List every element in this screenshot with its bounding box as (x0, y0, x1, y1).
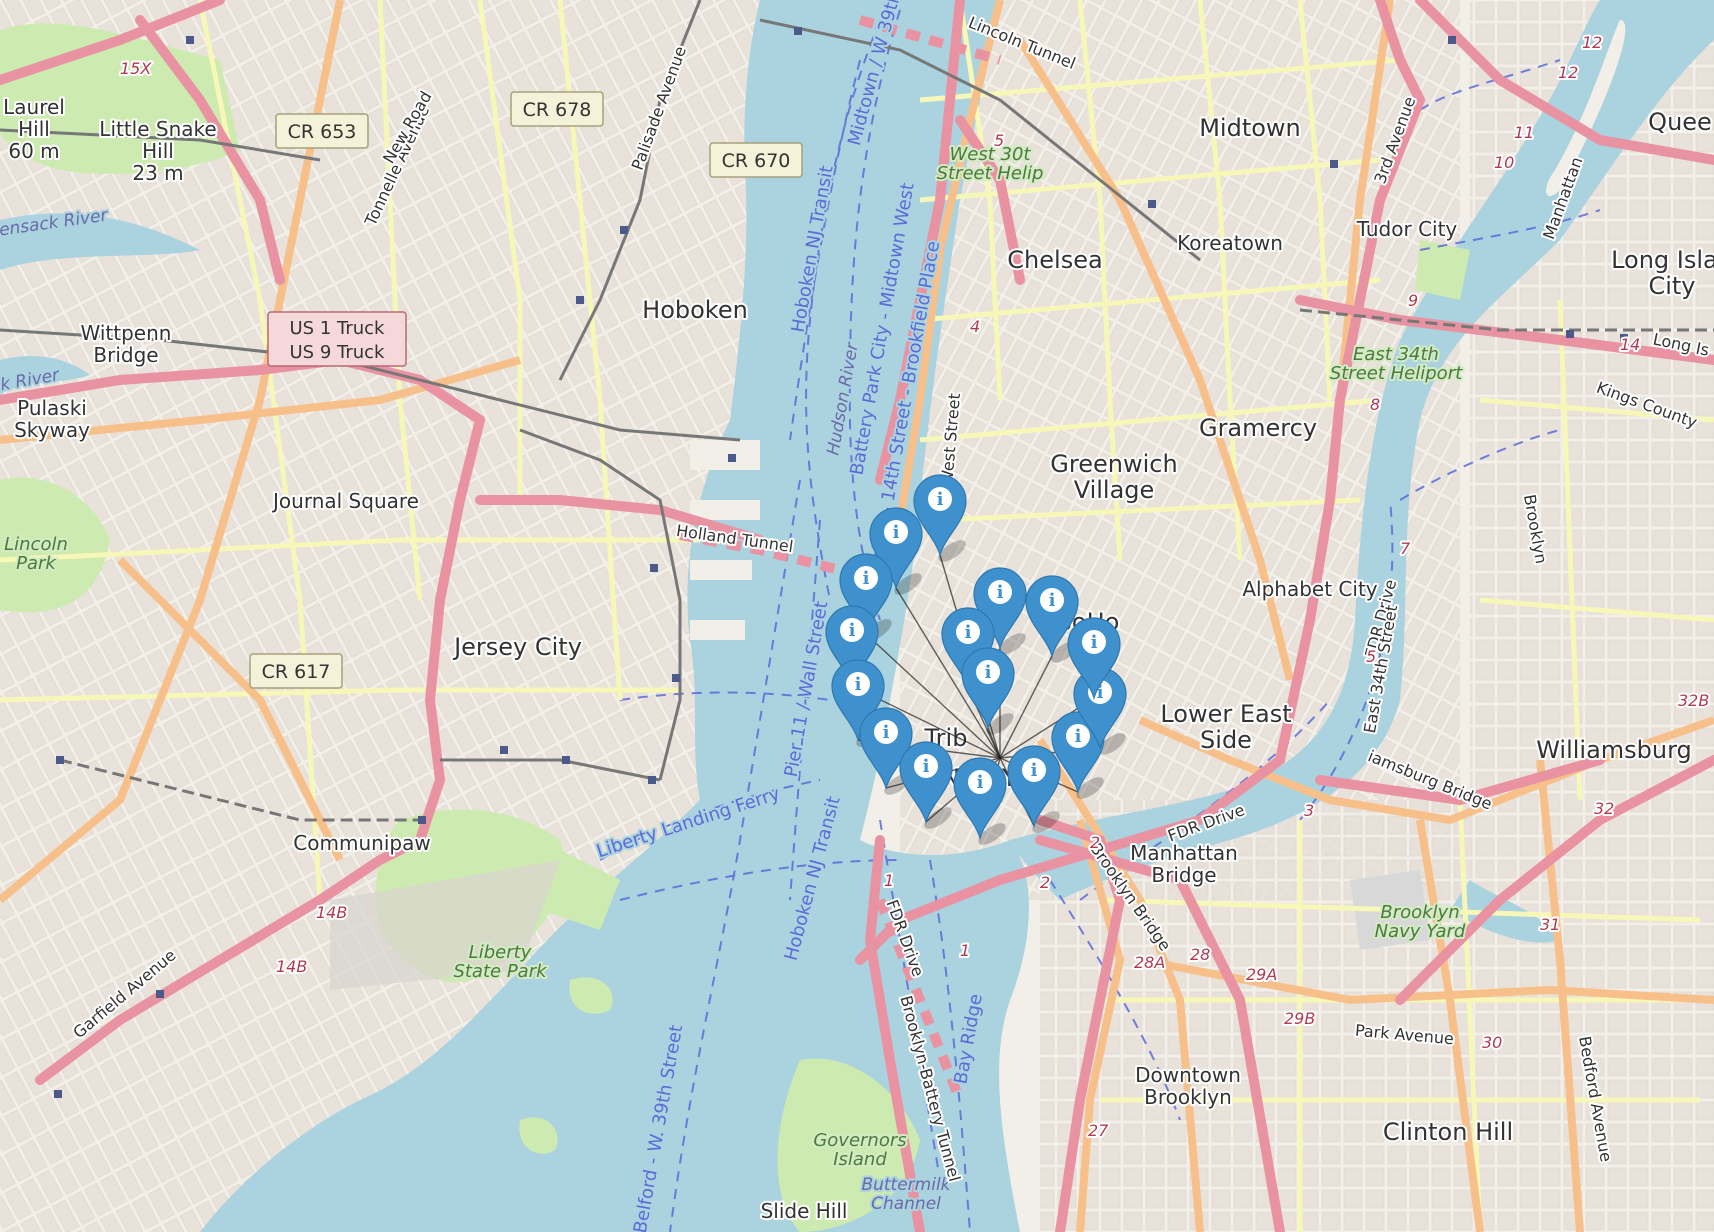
svg-text:i: i (1031, 760, 1038, 781)
exit-number: 2 (1090, 833, 1100, 852)
svg-text:i: i (985, 662, 992, 683)
svg-text:CR 670: CR 670 (722, 150, 791, 172)
svg-text:i: i (863, 568, 870, 589)
route-shield-cr-670: CR 670 (709, 142, 803, 178)
map-viewport[interactable]: Hoboken Jersey City Journal Square Communip… (0, 0, 1714, 1232)
exit-number: 28A (1134, 953, 1165, 972)
place-label-pulaski-skyway: Pulaski Skyway (14, 396, 90, 442)
exit-number: 14 (1620, 335, 1640, 354)
place-label-wittpenn-bridge: Wittpenn Bridge (81, 321, 172, 367)
svg-text:i: i (855, 674, 862, 695)
place-label-jersey-city: Jersey City (452, 633, 582, 661)
place-label-midtown: Midtown (1199, 114, 1301, 142)
svg-text:i: i (997, 582, 1004, 603)
svg-text:i: i (1075, 726, 1082, 747)
exit-number: 1 (884, 871, 894, 890)
exit-number: 12 (1582, 33, 1602, 52)
exit-number: 8 (1370, 395, 1380, 414)
svg-text:i: i (883, 722, 890, 743)
svg-text:i: i (1049, 590, 1056, 611)
exit-number: 15X (120, 59, 152, 78)
place-label-queens: Quee (1648, 108, 1712, 136)
place-label-alphabet-city: Alphabet City (1242, 577, 1377, 601)
exit-number: 7 (1400, 539, 1411, 558)
route-shield-cr-678: CR 678 (510, 91, 604, 127)
place-label-clinton-hill: Clinton Hill (1383, 1118, 1513, 1146)
exit-number: 5 (1366, 647, 1376, 666)
water-label-buttermilk-channel: Buttermilk Channel (861, 1175, 951, 1214)
exit-number: 32 (1594, 799, 1614, 818)
place-label-gramercy: Gramercy (1199, 414, 1317, 442)
place-label-williamsburg: Williamsburg (1536, 736, 1692, 764)
exit-number: 31 (1540, 915, 1560, 934)
exit-number: 1 (960, 941, 970, 960)
exit-number: 4 (970, 317, 980, 336)
exit-number: 9 (1408, 291, 1418, 310)
park-label-west-30th-heliport: West 30t Street Helip (937, 144, 1044, 184)
route-shield-cr-617: CR 617 (249, 653, 343, 689)
us-route-shield: US 1 Truck US 9 Truck (267, 311, 407, 367)
route-shield-cr-653: CR 653 (275, 113, 369, 149)
exit-number: 27 (1088, 1121, 1109, 1140)
svg-text:CR 617: CR 617 (262, 661, 331, 683)
exit-number: 29B (1284, 1009, 1315, 1028)
svg-text:i: i (893, 522, 900, 543)
exit-number: 14B (276, 957, 307, 976)
place-label-koreatown: Koreatown (1177, 231, 1283, 255)
svg-text:i: i (923, 756, 930, 777)
exit-number: 2 (1040, 873, 1050, 892)
svg-text:i: i (965, 622, 972, 643)
place-label-journal-square: Journal Square (271, 489, 419, 513)
place-label-chelsea: Chelsea (1007, 246, 1102, 274)
place-label-communipaw: Communipaw (293, 831, 430, 855)
map-tiles[interactable]: Hoboken Jersey City Journal Square Communip… (0, 0, 1714, 1232)
exit-number: 11 (1514, 123, 1534, 142)
svg-text:i: i (977, 772, 984, 793)
svg-text:i: i (849, 620, 856, 641)
exit-number: 12 (1558, 63, 1578, 82)
svg-text:CR 678: CR 678 (523, 99, 592, 121)
exit-number: 10 (1494, 153, 1514, 172)
exit-number: 30 (1482, 1033, 1502, 1052)
exit-number: 29A (1246, 965, 1277, 984)
svg-text:i: i (1091, 632, 1098, 653)
place-label-hoboken: Hoboken (642, 296, 748, 324)
svg-text:i: i (937, 489, 944, 510)
exit-number: 28 (1190, 945, 1210, 964)
place-label-tudor-city: Tudor City (1356, 217, 1458, 241)
svg-text:US 9 Truck: US 9 Truck (290, 342, 386, 363)
svg-text:US 1 Truck: US 1 Truck (290, 318, 386, 339)
exit-number: 32B (1678, 691, 1709, 710)
exit-number: 3 (1304, 801, 1314, 820)
place-label-downtown-brooklyn: Downtown Brooklyn (1135, 1063, 1241, 1109)
exit-number: 5 (994, 131, 1004, 150)
park-label-brooklyn-navy-yard: Brooklyn Navy Yard (1375, 902, 1466, 942)
svg-text:CR 653: CR 653 (288, 121, 357, 143)
exit-number: 14B (316, 903, 347, 922)
place-label-slide-hill: Slide Hill (761, 1199, 848, 1223)
